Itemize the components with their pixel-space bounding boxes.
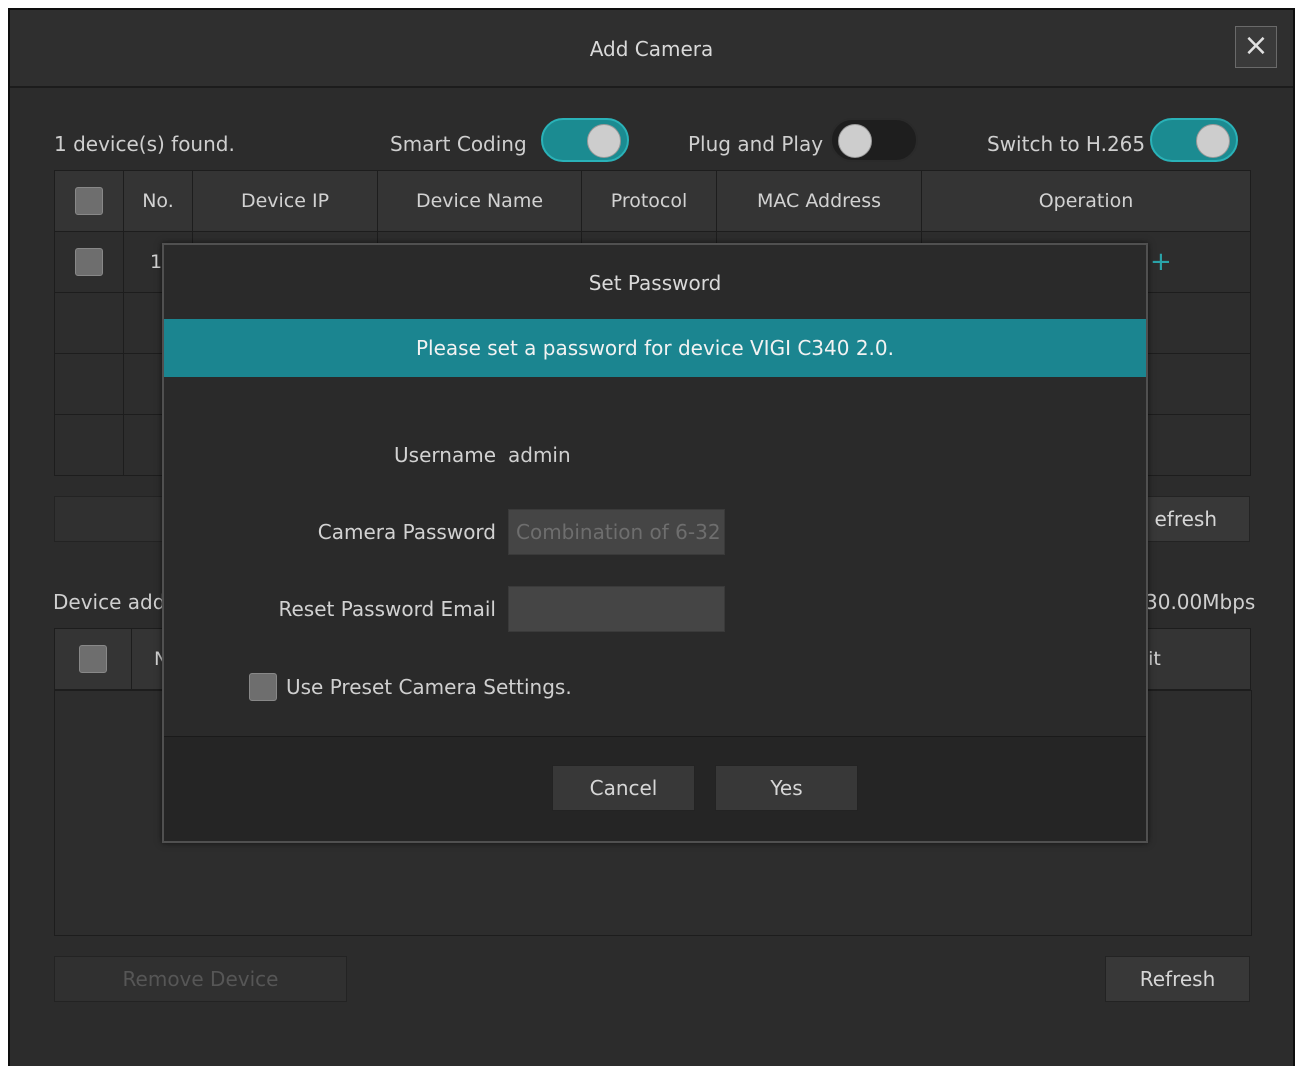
password-banner: Please set a password for device VIGI C3… [164,319,1146,377]
select-all-cell [54,170,124,232]
toggle-knob [838,124,872,158]
plug-and-play-label: Plug and Play [688,132,824,156]
toggle-knob [1196,124,1230,158]
col-device-name: Device Name [377,170,582,232]
row-checkbox[interactable] [75,248,103,276]
window-title: Add Camera [589,37,714,61]
reset-email-input[interactable] [508,586,725,632]
col-operation: Operation [921,170,1251,232]
row-select-cell [54,231,124,293]
devices-found-count: 1 device(s) found. [54,132,235,156]
close-icon[interactable]: × [1235,26,1277,68]
smart-coding-toggle[interactable] [541,118,629,162]
use-preset-checkbox[interactable] [249,673,277,701]
camera-password-input[interactable]: Combination of 6-32 c [508,509,725,555]
dialog-title: Set Password [588,271,722,295]
set-password-dialog: Set Password Please set a password for d… [162,243,1148,843]
h265-toggle[interactable] [1150,118,1238,162]
use-preset-label: Use Preset Camera Settings. [286,675,572,699]
col-protocol: Protocol [581,170,717,232]
title-bar: Add Camera × [10,10,1293,88]
plug-and-play-toggle[interactable] [830,118,918,162]
table-header-row: No. Device IP Device Name Protocol MAC A… [54,170,1251,232]
smart-coding-label: Smart Coding [390,132,527,156]
device-added-label: Device add [53,590,166,614]
add-camera-window: Add Camera × 1 device(s) found. Smart Co… [8,8,1295,1066]
remove-device-button[interactable]: Remove Device [54,956,347,1002]
username-value: admin [508,443,571,467]
col-no: No. [123,170,193,232]
camera-password-label: Camera Password [317,520,496,544]
select-all-added-checkbox[interactable] [79,645,107,673]
username-label: Username [394,443,496,467]
col-device-ip: Device IP [192,170,378,232]
dialog-footer: Cancel Yes [164,736,1146,841]
refresh-button[interactable]: Refresh [1105,956,1250,1002]
reset-email-label: Reset Password Email [278,597,497,621]
select-all-cell [54,628,132,690]
bandwidth-value: 30.00Mbps [1145,590,1256,614]
h265-label: Switch to H.265 [987,132,1146,156]
select-all-checkbox[interactable] [75,187,103,215]
col-mac-address: MAC Address [716,170,922,232]
yes-button[interactable]: Yes [715,765,858,811]
cancel-button[interactable]: Cancel [552,765,695,811]
toggle-knob [587,124,621,158]
